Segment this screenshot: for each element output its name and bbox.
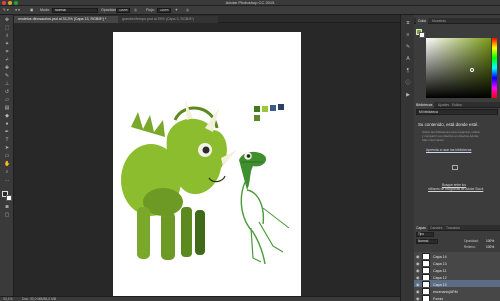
marquee-tool-icon[interactable]: ⬚ xyxy=(4,26,10,31)
layer-filter-select[interactable]: Tipo xyxy=(416,232,434,237)
tab-channels[interactable]: Canales xyxy=(428,225,444,231)
brush-panel-icon[interactable]: ▣ xyxy=(30,8,33,13)
brush-tool-icon[interactable]: ✎ xyxy=(4,74,10,79)
opacity-label: Opacidad: xyxy=(101,8,118,12)
healing-brush-tool-icon[interactable]: ✚ xyxy=(4,66,10,71)
airbrush-icon[interactable]: ✈ xyxy=(175,8,178,13)
pressure-size-icon[interactable]: ◎ xyxy=(186,8,189,13)
layer-opacity-input[interactable]: 100% xyxy=(486,239,494,244)
eraser-tool-icon[interactable]: ▱ xyxy=(4,98,10,103)
stock-search-link[interactable]: millones de fotografías de Adobe Stock xyxy=(428,187,483,192)
document-tab[interactable]: modelos dinosaurios.psd al 33,3% (Capa 1… xyxy=(14,16,118,23)
zoom-level[interactable]: 33,1% xyxy=(3,297,13,301)
properties-icon[interactable]: ≡ xyxy=(405,33,411,38)
status-bar: 33,1% Doc: 30,0 MB/85,0 MB xyxy=(0,296,400,301)
screen-mode-icon[interactable]: ▢ xyxy=(4,213,10,218)
shape-tool-icon[interactable]: ▭ xyxy=(4,154,10,159)
more-tools-icon[interactable]: … xyxy=(4,178,10,183)
tab-swatches[interactable]: Muestras xyxy=(430,18,448,24)
move-tool-icon[interactable]: ✥ xyxy=(4,18,10,23)
libraries-panel-tabs: Bibliotecas Ajustes Estilos xyxy=(414,102,500,108)
quick-select-tool-icon[interactable]: ✦ xyxy=(4,42,10,47)
layer-name: Fondo xyxy=(433,297,444,301)
brush-panel-icon[interactable]: ✎ xyxy=(405,45,411,50)
tab-layers[interactable]: Capas xyxy=(414,225,428,231)
stock-icon xyxy=(452,165,458,170)
gradient-tool-icon[interactable]: ▤ xyxy=(4,106,10,111)
brush-preset-icon[interactable]: ✎ ▾ xyxy=(3,8,9,13)
libraries-headline: Su contenido, está donde esté. xyxy=(418,122,479,127)
document-canvas[interactable] xyxy=(113,32,301,296)
blend-mode-select[interactable]: Normal xyxy=(416,239,438,244)
mode-label: Modo: xyxy=(40,8,50,12)
libraries-body-line: Más información xyxy=(422,138,445,142)
tab-paths[interactable]: Trazados xyxy=(444,225,462,231)
options-bar: ✎ ▾ ● ▾ ▣ Modo: Normal Opacidad: 100% ◎ … xyxy=(0,6,500,15)
tab-color[interactable]: Color xyxy=(416,18,429,24)
dinosaur-illustration xyxy=(121,100,290,265)
character-icon[interactable]: A xyxy=(405,57,411,62)
paint-swatch xyxy=(262,106,268,112)
zoom-tool-icon[interactable]: ⌕ xyxy=(4,170,10,175)
flow-label: Flujo: xyxy=(146,8,155,12)
panel-background-swatch[interactable] xyxy=(419,32,425,38)
quick-mask-icon[interactable]: ◙ xyxy=(4,205,10,210)
document-size: Doc: 30,0 MB/85,0 MB xyxy=(22,297,57,301)
layer-thumbnail xyxy=(422,295,430,301)
opacity-input[interactable]: 100% xyxy=(116,8,130,13)
layers-panel-tabs: Capas Canales Trazados xyxy=(414,225,500,231)
paint-swatch xyxy=(254,106,260,112)
crop-tool-icon[interactable]: ⌗ xyxy=(4,50,10,55)
flow-input[interactable]: 100% xyxy=(157,8,171,13)
path-select-tool-icon[interactable]: ➤ xyxy=(4,146,10,151)
document-tab[interactable]: grandes\fempo.psd al 25% (Capa 3, RGB/8*… xyxy=(118,16,218,23)
right-panels: Color Muestras Bibliotecas Ajustes Estil… xyxy=(414,15,500,301)
visibility-eye-icon[interactable]: ◉ xyxy=(416,297,420,301)
history-brush-tool-icon[interactable]: ↺ xyxy=(4,90,10,95)
info-icon[interactable]: ⓘ xyxy=(405,81,411,86)
layers-list: ◉ Capa 14 ◉ Capa 13 ◉ Capa 11 ◉ Capa 12 … xyxy=(414,252,500,301)
paragraph-icon[interactable]: ¶ xyxy=(405,69,411,74)
type-tool-icon[interactable]: T xyxy=(4,138,10,143)
layer-fill-input[interactable]: 100% xyxy=(486,245,494,250)
actions-icon[interactable]: ▶ xyxy=(405,93,411,98)
pressure-opacity-icon[interactable]: ◎ xyxy=(134,8,137,13)
layer-fill-label: Relleno: xyxy=(464,245,476,249)
raptor-figure xyxy=(239,151,290,265)
lasso-tool-icon[interactable]: ℓ xyxy=(4,34,10,39)
panel-dock: ⧖ ≡ ✎ A ¶ ⓘ ▶ xyxy=(400,15,414,301)
color-picker-cursor[interactable] xyxy=(470,68,474,72)
color-panel-tabs: Color Muestras xyxy=(414,18,500,24)
eyedropper-tool-icon[interactable]: ⌿ xyxy=(4,58,10,63)
hand-tool-icon[interactable]: ✋ xyxy=(4,162,10,167)
triceratops-figure xyxy=(121,100,237,260)
library-select[interactable]: Mi biblioteca xyxy=(416,109,498,115)
paint-swatch xyxy=(278,104,284,110)
mode-select[interactable]: Normal xyxy=(52,8,98,13)
hue-slider[interactable] xyxy=(492,38,497,98)
pen-tool-icon[interactable]: ✒ xyxy=(4,130,10,135)
color-picker-field[interactable] xyxy=(426,38,491,98)
history-icon[interactable]: ⧖ xyxy=(405,21,411,26)
tab-styles[interactable]: Estilos xyxy=(450,102,464,108)
brush-size-icon[interactable]: ● ▾ xyxy=(15,8,20,13)
layer-opacity-label: Opacidad: xyxy=(464,239,479,243)
dodge-tool-icon[interactable]: ● xyxy=(4,122,10,127)
learn-libraries-link[interactable]: Aprenda a usar las bibliotecas xyxy=(426,148,471,153)
tab-libraries[interactable]: Bibliotecas xyxy=(414,102,435,108)
document-tab-bar: modelos dinosaurios.psd al 33,3% (Capa 1… xyxy=(14,15,400,23)
tools-panel: ✥ ⬚ ℓ ✦ ⌗ ⌿ ✚ ✎ ⊥ ↺ ▱ ▤ ◆ ● ✒ T ➤ ▭ ✋ ⌕ … xyxy=(0,15,14,296)
paint-swatch xyxy=(254,115,260,121)
layer-row[interactable]: ◉ Fondo xyxy=(414,294,500,301)
clone-stamp-tool-icon[interactable]: ⊥ xyxy=(4,82,10,87)
blur-tool-icon[interactable]: ◆ xyxy=(4,114,10,119)
paint-swatch xyxy=(270,105,276,111)
background-color-swatch[interactable] xyxy=(6,195,12,201)
tab-adjustments[interactable]: Ajustes xyxy=(436,102,451,108)
